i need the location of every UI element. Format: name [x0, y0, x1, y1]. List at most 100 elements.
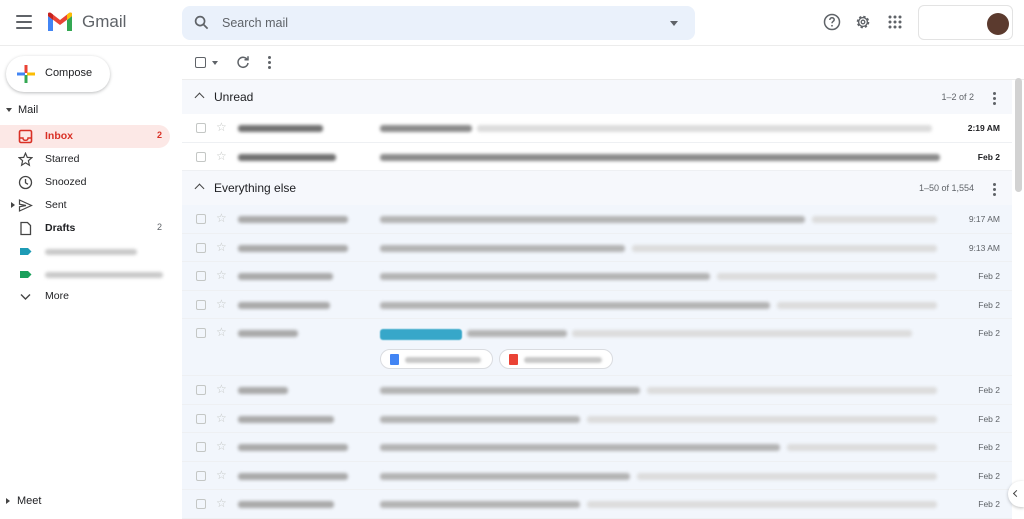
- apps-grid-icon[interactable]: [886, 13, 904, 31]
- redacted-snippet: [717, 273, 937, 280]
- star-icon[interactable]: ☆: [216, 149, 227, 163]
- section-header-unread[interactable]: Unread 1–2 of 2: [182, 80, 1012, 114]
- sidebar-item-label-1[interactable]: [0, 240, 170, 263]
- row-checkbox[interactable]: [196, 299, 206, 310]
- redacted-sender: [238, 444, 348, 451]
- star-icon[interactable]: ☆: [216, 411, 227, 425]
- label-chip[interactable]: [380, 329, 462, 340]
- sidebar-item-sent[interactable]: Sent: [0, 194, 170, 217]
- account-switcher[interactable]: [918, 5, 1013, 40]
- star-icon[interactable]: ☆: [216, 468, 227, 482]
- redacted-subject: [380, 472, 630, 480]
- search-bar[interactable]: [182, 6, 695, 40]
- section-options-icon[interactable]: [993, 92, 996, 107]
- help-icon[interactable]: [823, 13, 841, 31]
- sidebar-item-snoozed[interactable]: Snoozed: [0, 171, 170, 194]
- email-row[interactable]: ☆ Feb 2: [182, 433, 1012, 462]
- attachment-chip-pdf[interactable]: [499, 349, 613, 369]
- redacted-sender: [238, 244, 348, 252]
- redacted-snippet: [572, 330, 912, 337]
- chevron-up-icon[interactable]: [194, 92, 205, 103]
- star-icon[interactable]: ☆: [216, 325, 227, 339]
- star-icon[interactable]: ☆: [216, 268, 227, 282]
- row-checkbox[interactable]: [196, 499, 206, 509]
- email-row[interactable]: ☆ 9:13 AM: [182, 233, 1012, 262]
- sidebar-item-inbox[interactable]: Inbox 2: [0, 125, 170, 148]
- select-options-caret-icon[interactable]: [212, 61, 218, 65]
- sidebar-item-label: Drafts: [45, 222, 76, 234]
- star-icon[interactable]: ☆: [216, 120, 227, 134]
- row-checkbox[interactable]: [196, 151, 206, 162]
- list-toolbar: [182, 46, 1024, 80]
- avatar[interactable]: [987, 13, 1009, 35]
- expand-triangle-icon[interactable]: [11, 202, 15, 208]
- row-checkbox[interactable]: [196, 271, 206, 281]
- search-icon[interactable]: [194, 15, 209, 30]
- refresh-icon[interactable]: [236, 55, 250, 69]
- email-row[interactable]: ☆ 2:19 AM: [182, 114, 1012, 143]
- mail-section-toggle[interactable]: Mail: [6, 104, 38, 116]
- redacted-sender: [238, 501, 334, 508]
- row-checkbox[interactable]: [196, 470, 206, 481]
- email-date: Feb 2: [978, 328, 1000, 338]
- search-input[interactable]: [222, 13, 642, 33]
- redacted-subject: [380, 301, 770, 309]
- email-row[interactable]: ☆ Feb 2: [182, 290, 1012, 319]
- star-icon[interactable]: ☆: [216, 297, 227, 311]
- attachment-chip-doc[interactable]: [380, 349, 493, 369]
- redacted-sender: [238, 415, 334, 423]
- star-icon[interactable]: ☆: [216, 496, 227, 510]
- email-date: 2:19 AM: [967, 123, 1000, 133]
- row-checkbox[interactable]: [196, 413, 206, 424]
- email-date: Feb 2: [978, 470, 1000, 481]
- email-row[interactable]: ☆ Feb 2: [182, 404, 1012, 433]
- sidebar-item-starred[interactable]: Starred: [0, 148, 170, 171]
- search-options-caret-icon[interactable]: [670, 21, 678, 26]
- chevron-up-icon[interactable]: [194, 183, 205, 194]
- row-checkbox[interactable]: [196, 214, 206, 224]
- main-menu-icon[interactable]: [16, 15, 32, 29]
- mail-section-label: Mail: [18, 104, 39, 116]
- redacted-subject: [380, 273, 710, 280]
- redacted-sender: [238, 216, 348, 223]
- row-checkbox[interactable]: [196, 242, 206, 253]
- sidebar-item-drafts[interactable]: Drafts 2: [0, 217, 170, 240]
- row-checkbox[interactable]: [196, 442, 206, 452]
- redacted-subject: [380, 216, 805, 223]
- compose-button[interactable]: Compose: [6, 56, 110, 92]
- scrollbar-thumb[interactable]: [1015, 78, 1022, 192]
- email-row[interactable]: ☆ Feb 2: [182, 142, 1012, 171]
- email-row[interactable]: ☆ Feb 2: [182, 490, 1012, 519]
- email-date: Feb 2: [977, 151, 1000, 162]
- redacted-snippet: [587, 501, 937, 508]
- gmail-logo-icon[interactable]: [47, 12, 73, 32]
- settings-gear-icon[interactable]: [854, 13, 872, 31]
- email-row[interactable]: ☆ Feb 2: [182, 262, 1012, 291]
- select-all-checkbox[interactable]: [195, 57, 206, 68]
- star-icon[interactable]: ☆: [216, 439, 227, 453]
- sidebar-item-more[interactable]: More: [0, 285, 170, 308]
- redacted-subject: [380, 415, 580, 423]
- sidebar-item-label-2[interactable]: [0, 263, 170, 286]
- star-icon[interactable]: ☆: [216, 382, 227, 396]
- pdf-icon: [509, 354, 518, 365]
- redacted-subject: [467, 330, 567, 337]
- row-checkbox[interactable]: [196, 123, 206, 133]
- row-checkbox[interactable]: [196, 328, 206, 338]
- expand-triangle-icon: [6, 498, 10, 505]
- sidebar-item-label: More: [45, 290, 69, 302]
- email-row-with-attachments[interactable]: ☆ Feb 2: [182, 319, 1012, 376]
- star-icon[interactable]: ☆: [216, 211, 227, 225]
- more-options-icon[interactable]: [268, 56, 272, 71]
- section-header-everything-else[interactable]: Everything else 1–50 of 1,554: [182, 171, 1012, 205]
- meet-section-toggle[interactable]: Meet: [6, 495, 41, 507]
- email-row[interactable]: ☆ Feb 2: [182, 461, 1012, 490]
- section-options-icon[interactable]: [993, 183, 996, 198]
- redacted-subject: [380, 153, 940, 161]
- row-checkbox[interactable]: [196, 385, 206, 395]
- email-row[interactable]: ☆ Feb 2: [182, 376, 1012, 405]
- email-row[interactable]: ☆ 9:17 AM: [182, 205, 1012, 234]
- redacted-snippet: [637, 472, 937, 480]
- redacted-snippet: [647, 387, 937, 394]
- star-icon[interactable]: ☆: [216, 240, 227, 254]
